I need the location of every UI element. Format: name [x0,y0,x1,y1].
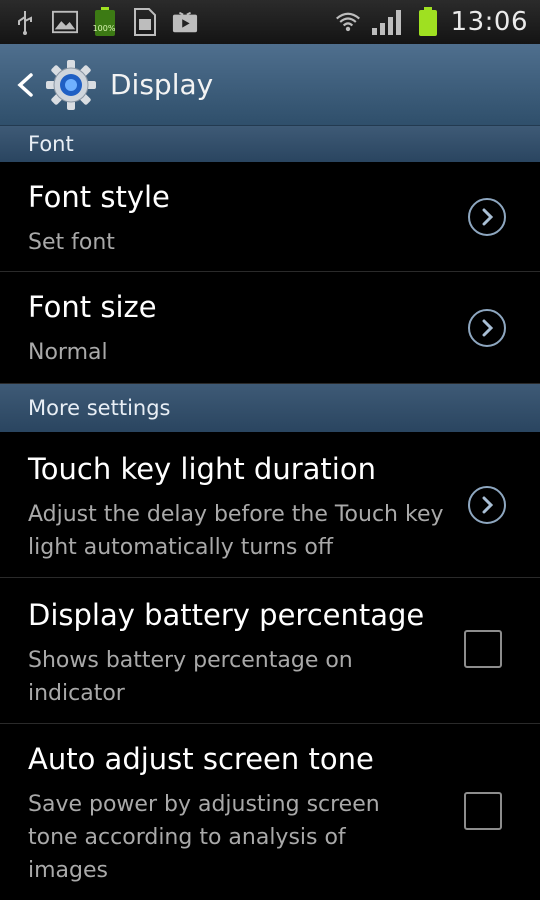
auto-tone-subtitle: Save power by adjusting screen tone acco… [28,792,380,883]
battery-icon [415,7,441,36]
battery-percentage-title: Display battery percentage [28,598,425,632]
usb-icon [12,9,38,35]
sim-icon [132,8,158,36]
image-icon [52,9,78,35]
section-header-more-settings: More settings [0,384,540,432]
font-style-item[interactable]: Font style Set font [0,162,540,272]
page-title: Display [110,68,214,101]
font-size-subtitle: Normal [28,340,108,365]
settings-gear-icon[interactable] [44,58,98,112]
touch-key-title: Touch key light duration [28,452,376,486]
font-style-title: Font style [28,180,170,214]
battery-full-icon: 100% [92,7,118,36]
chevron-right-icon[interactable] [468,198,506,236]
font-size-title: Font size [28,290,157,324]
title-bar: Display [0,44,540,126]
video-icon [172,9,198,35]
signal-icon [371,9,405,35]
back-arrow-icon[interactable] [12,65,38,105]
auto-tone-checkbox[interactable] [464,792,502,830]
auto-screen-tone-item[interactable]: Auto adjust screen tone Save power by ad… [0,724,540,900]
wifi-icon [335,9,361,35]
auto-tone-title: Auto adjust screen tone [28,742,374,776]
clock: 13:06 [450,7,528,37]
font-size-item[interactable]: Font size Normal [0,272,540,384]
status-bar: 100% 13:06 [0,0,540,44]
touch-key-light-item[interactable]: Touch key light duration Adjust the dela… [0,432,540,578]
battery-percentage-item[interactable]: Display battery percentage Shows battery… [0,578,540,724]
font-style-subtitle: Set font [28,230,115,255]
battery-percentage-checkbox[interactable] [464,630,502,668]
battery-percentage-subtitle: Shows battery percentage on indicator [28,648,353,706]
chevron-right-icon[interactable] [468,486,506,524]
battery-percent-label: 100% [92,24,116,33]
touch-key-subtitle: Adjust the delay before the Touch key li… [28,502,444,560]
chevron-right-icon[interactable] [468,309,506,347]
section-header-font: Font [0,126,540,162]
